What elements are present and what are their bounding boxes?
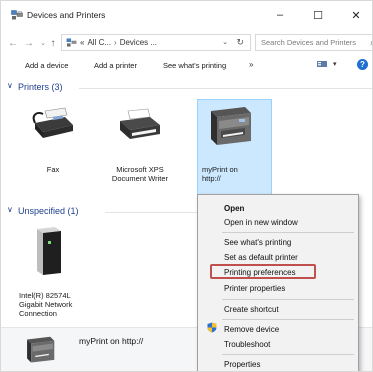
search-placeholder: Search Devices and Printers: [261, 38, 357, 47]
menu-separator: [222, 354, 354, 355]
computer-tower-icon: [37, 227, 61, 275]
printers-group-header[interactable]: ∨ Printers (3): [1, 81, 372, 95]
add-device-button[interactable]: Add a device: [25, 61, 68, 70]
menu-item-open-new-window[interactable]: Open in new window: [224, 218, 298, 227]
up-button[interactable]: ↑: [47, 36, 59, 50]
group-divider: [105, 212, 197, 213]
menu-item-remove-device[interactable]: Remove device: [224, 325, 279, 334]
menu-item-printer-properties[interactable]: Printer properties: [224, 284, 285, 293]
devices-printers-icon: [66, 38, 77, 47]
menu-item-troubleshoot[interactable]: Troubleshoot: [224, 340, 270, 349]
refresh-icon[interactable]: ↻: [236, 37, 244, 48]
devices-printers-icon: [11, 10, 23, 20]
menu-item-see-whats-printing[interactable]: See what's printing: [224, 238, 291, 247]
device-label: Microsoft XPS Document Writer: [111, 165, 169, 183]
devices-and-printers-window: Devices and Printers – ☐ ✕ ← → ⌄ ↑ « All…: [0, 0, 373, 372]
breadcrumb-all-control-panel[interactable]: All C...: [87, 38, 111, 47]
address-dropdown-icon[interactable]: ⌄: [222, 38, 228, 46]
menu-separator: [222, 232, 354, 233]
group-divider: [79, 88, 372, 89]
menu-item-printing-preferences[interactable]: Printing preferences: [224, 268, 296, 277]
minimize-button[interactable]: –: [263, 5, 297, 25]
chevron-down-icon[interactable]: ∨: [7, 81, 13, 90]
multifunction-printer-icon: [27, 336, 55, 363]
device-label: myPrint on http://: [202, 165, 238, 183]
menu-item-open[interactable]: Open: [224, 204, 244, 213]
printer-icon: [120, 108, 160, 139]
details-device-name: myPrint on http://: [79, 336, 144, 346]
chevron-down-icon[interactable]: ∨: [7, 205, 13, 214]
menu-item-create-shortcut[interactable]: Create shortcut: [224, 305, 279, 314]
view-icon: [317, 61, 327, 67]
address-row: ← → ⌄ ↑ « All C... › Devices ... ⌄ ↻ Sea…: [1, 31, 372, 55]
group-title[interactable]: Printers (3): [18, 82, 63, 92]
address-bar[interactable]: « All C... › Devices ... ⌄ ↻: [61, 34, 251, 51]
menu-item-set-default-printer[interactable]: Set as default printer: [224, 253, 298, 262]
window-title: Devices and Printers: [27, 10, 106, 20]
multifunction-printer-icon: [211, 107, 251, 145]
forward-button[interactable]: →: [23, 36, 35, 50]
device-microsoft-xps[interactable]: Microsoft XPS Document Writer: [105, 105, 175, 185]
add-printer-button[interactable]: Add a printer: [94, 61, 137, 70]
context-menu: Open Open in new window See what's print…: [197, 194, 359, 371]
device-label: Intel(R) 82574L Gigabit Network Connecti…: [19, 291, 73, 318]
group-title[interactable]: Unspecified (1): [18, 206, 79, 216]
title-bar: Devices and Printers – ☐ ✕: [1, 1, 372, 29]
view-options-button[interactable]: ▾: [317, 60, 337, 68]
close-button[interactable]: ✕: [339, 5, 372, 25]
menu-separator: [222, 319, 354, 320]
menu-separator: [222, 299, 354, 300]
uac-shield-icon: [207, 322, 217, 333]
maximize-button[interactable]: ☐: [301, 5, 335, 25]
command-bar: Add a device Add a printer See what's pr…: [1, 57, 372, 75]
more-commands-icon[interactable]: »: [249, 60, 253, 69]
view-dropdown-icon[interactable]: ▾: [333, 60, 337, 68]
search-input[interactable]: Search Devices and Printers ⌕: [255, 34, 372, 51]
device-fax[interactable]: Fax: [23, 105, 83, 185]
fax-icon: [32, 107, 73, 138]
breadcrumb-devices[interactable]: Devices ...: [120, 38, 157, 47]
breadcrumb-overflow[interactable]: «: [80, 38, 84, 47]
back-button[interactable]: ←: [7, 36, 19, 50]
menu-item-properties[interactable]: Properties: [224, 360, 260, 369]
device-intel-network-connection[interactable]: Intel(R) 82574L Gigabit Network Connecti…: [19, 225, 89, 325]
device-label: Fax: [46, 165, 60, 174]
help-icon[interactable]: ?: [357, 59, 368, 70]
breadcrumb-separator[interactable]: ›: [114, 38, 117, 47]
see-whats-printing-button[interactable]: See what's printing: [163, 61, 226, 70]
device-myprint[interactable]: myPrint on http://: [197, 105, 272, 185]
